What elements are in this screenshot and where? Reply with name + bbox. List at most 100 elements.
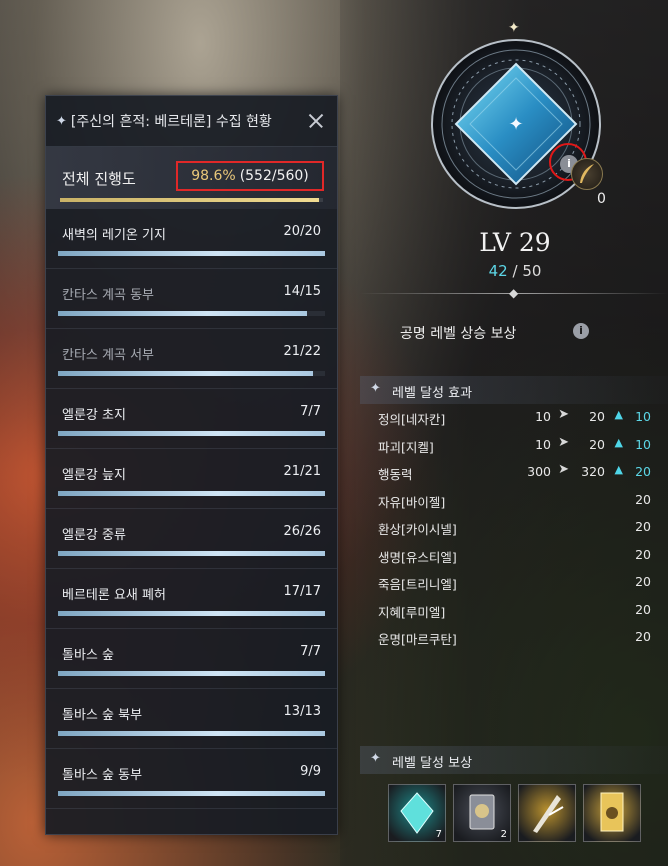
region-row[interactable]: 칸타스 계곡 동부 14/15 (46, 269, 337, 329)
region-progress-bar (58, 671, 325, 676)
region-count: 26/26 (283, 524, 321, 539)
region-progress-bar (58, 311, 325, 316)
region-name: 새벽의 레기온 기지 (62, 228, 166, 243)
collection-title: [주신의 흔적: 베르테론] 수집 현황 (70, 114, 272, 130)
resonance-reward-title: 공명 레벨 상승 보상 (400, 326, 517, 342)
collection-panel: ✦ [주신의 흔적: 베르테론] 수집 현황 전체 진행도 98.6% (552… (45, 95, 338, 835)
effect-after-value: 320 (581, 464, 605, 479)
sparkle-icon: ✦ (370, 381, 381, 396)
region-row[interactable]: 톨바스 숲 동부 9/9 (46, 749, 337, 809)
close-button[interactable] (305, 110, 327, 132)
region-progress-fill (58, 251, 325, 256)
arrow-right-icon: ➤ (558, 407, 569, 422)
region-progress-bar (58, 611, 325, 616)
level-rewards-header: ✦ 레벨 달성 보상 (360, 746, 668, 774)
reward-item-slot[interactable] (583, 784, 641, 842)
region-name: 베르테론 요새 폐허 (62, 588, 166, 603)
level-effects-header: ✦ 레벨 달성 효과 (360, 376, 668, 404)
region-name: 엘룬강 초지 (62, 408, 126, 423)
region-name: 칸타스 계곡 서부 (62, 348, 154, 363)
effect-name: 행동력 (378, 467, 413, 482)
sparkle-icon: ✦ (508, 20, 520, 36)
region-row[interactable]: 톨바스 숲 북부 13/13 (46, 689, 337, 749)
effect-value: 20 (635, 491, 651, 507)
level-effects-heading: 레벨 달성 효과 (392, 386, 473, 401)
golden-weapon-icon (533, 795, 564, 833)
effect-value: 10 (635, 409, 651, 424)
region-progress-bar (58, 431, 325, 436)
effect-name: 정의[네자칸] (378, 412, 446, 427)
region-count: 7/7 (300, 644, 321, 659)
collection-header: ✦ [주신의 흔적: 베르테론] 수집 현황 (46, 96, 337, 147)
effect-name: 파괴[지켈] (378, 439, 434, 455)
level-effect-row: 행동력 300 ➤ 320 ▲ 20 (378, 461, 653, 483)
effect-name: 지혜[루미엘] (378, 604, 446, 620)
effect-before-value: 10 (535, 436, 551, 452)
level-effect-row: 자유[바이젤] 20 (378, 489, 653, 511)
region-row[interactable]: 엘룬강 초지 7/7 (46, 389, 337, 449)
level-progress: 42 / 50 (400, 262, 630, 280)
region-row[interactable]: 칸타스 계곡 서부 21/22 (46, 329, 337, 389)
region-progress-fill (58, 551, 325, 556)
effect-after-value: 20 (589, 436, 605, 452)
level-progress-separator: / (512, 262, 518, 280)
feather-quill-icon[interactable] (571, 158, 603, 190)
region-progress-fill (58, 791, 325, 796)
level-effect-row: 죽음[트리니엘] 20 (378, 571, 653, 593)
level-effect-row: 환상[카이시넬] 20 (378, 516, 653, 538)
increase-up-icon: ▲ (614, 435, 623, 449)
region-progress-fill (58, 491, 325, 496)
level-effect-row: 생명[유스티엘] 20 (378, 544, 653, 566)
region-name: 톨바스 숲 동부 (62, 768, 143, 783)
level-rewards-heading: 레벨 달성 보상 (392, 756, 473, 771)
overall-progress-value-box: 98.6% (552/560) (176, 161, 324, 191)
reward-item-slot[interactable]: 7 (388, 784, 446, 842)
effect-value: 20 (635, 629, 651, 644)
overall-progress-label: 전체 진행도 (62, 170, 136, 188)
region-count: 7/7 (300, 404, 321, 419)
effect-name: 죽음[트리니엘] (378, 577, 457, 592)
effect-value: 10 (635, 436, 651, 452)
region-name: 엘룬강 중류 (62, 528, 126, 543)
region-progress-fill (58, 611, 325, 616)
effect-before-value: 300 (527, 464, 551, 479)
info-icon[interactable]: i (573, 323, 589, 339)
effect-value: 20 (635, 574, 651, 589)
region-count: 14/15 (283, 284, 321, 299)
level-effect-row: 파괴[지켈] 10 ➤ 20 ▲ 10 (378, 434, 653, 456)
overall-progress-count: (552/560) (239, 168, 309, 184)
arrow-right-icon: ➤ (558, 462, 569, 477)
region-row[interactable]: 엘룬강 중류 26/26 (46, 509, 337, 569)
region-progress-bar (58, 551, 325, 556)
region-progress-fill (58, 311, 308, 316)
region-count: 13/13 (283, 704, 321, 719)
region-progress-fill (58, 371, 313, 376)
region-count: 20/20 (283, 224, 321, 239)
feather-count: 0 (597, 191, 606, 207)
overall-progress-bar (60, 198, 323, 202)
effect-name: 운명[마르쿠탄] (378, 632, 457, 647)
region-list: 새벽의 레기온 기지 20/20 칸타스 계곡 동부 14/15 칸타스 계곡 서부 21… (46, 209, 337, 809)
reward-item-slot[interactable]: 2 (453, 784, 511, 842)
region-row[interactable]: 베르테론 요새 폐허 17/17 (46, 569, 337, 629)
region-count: 21/22 (283, 344, 321, 359)
level-progress-current: 42 (488, 262, 508, 280)
region-progress-fill (58, 671, 325, 676)
region-progress-fill (58, 731, 325, 736)
region-progress-bar (58, 731, 325, 736)
level-effect-row: 정의[네자칸] 10 ➤ 20 ▲ 10 (378, 406, 653, 428)
region-row[interactable]: 엘룬강 늪지 21/21 (46, 449, 337, 509)
region-progress-bar (58, 251, 325, 256)
effect-value: 20 (635, 601, 651, 617)
overall-progress-fill (60, 198, 320, 202)
effect-name: 환상[카이시넬] (378, 522, 457, 537)
effect-value: 20 (635, 519, 651, 534)
reward-item-slot[interactable] (518, 784, 576, 842)
level-label: LV 29 (479, 228, 551, 257)
region-row[interactable]: 새벽의 레기온 기지 20/20 (46, 209, 337, 269)
increase-up-icon: ▲ (614, 408, 623, 421)
region-row[interactable]: 톨바스 숲 7/7 (46, 629, 337, 689)
effect-after-value: 20 (589, 409, 605, 424)
region-progress-bar (58, 371, 325, 376)
effect-name: 자유[바이젤] (378, 494, 446, 510)
